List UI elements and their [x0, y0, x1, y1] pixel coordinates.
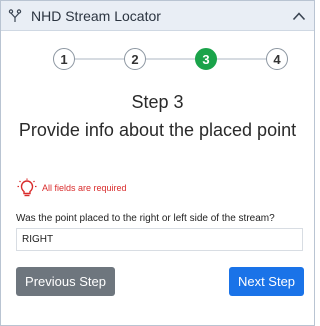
chevron-up-icon[interactable]: [288, 5, 310, 27]
next-step-button[interactable]: Next Step: [229, 267, 304, 296]
step-track: [64, 58, 278, 60]
stream-locator-panel: NHD Stream Locator 1 2 3 4 Step 3 Provid…: [0, 0, 315, 326]
required-note: All fields are required: [17, 178, 127, 198]
required-text: All fields are required: [42, 183, 127, 193]
previous-step-button[interactable]: Previous Step: [16, 267, 115, 296]
step-2: 2: [124, 48, 146, 70]
step-heading: Provide info about the placed point: [18, 120, 297, 140]
lightbulb-icon: [17, 178, 37, 198]
panel-title: NHD Stream Locator: [31, 8, 161, 24]
step-3-active: 3: [195, 48, 217, 70]
step-label: Step 3: [131, 92, 184, 112]
step-4: 4: [266, 48, 288, 70]
step-indicator: 1 2 3 4: [53, 48, 289, 70]
step-1: 1: [53, 48, 75, 70]
branch-icon: [8, 9, 22, 23]
panel-header: NHD Stream Locator: [1, 1, 314, 31]
side-answer-field[interactable]: RIGHT: [16, 228, 303, 251]
side-question-label: Was the point placed to the right or lef…: [16, 213, 275, 224]
